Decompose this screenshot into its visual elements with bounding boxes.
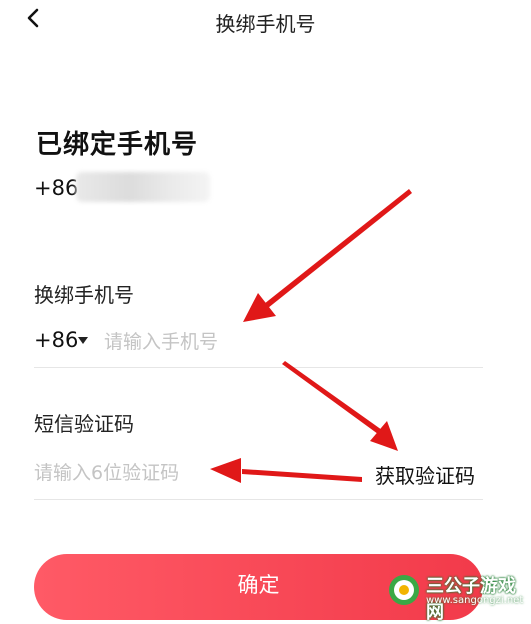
watermark: 三公子游戏网 www.sangongzi.net bbox=[388, 572, 528, 623]
sms-code-input[interactable] bbox=[34, 456, 354, 490]
country-code-selector[interactable]: +86 bbox=[34, 328, 78, 352]
rebind-phone-label: 换绑手机号 bbox=[34, 283, 134, 307]
caret-down-icon[interactable] bbox=[78, 337, 88, 344]
sms-code-label: 短信验证码 bbox=[34, 412, 134, 436]
nav-bar: 换绑手机号 bbox=[0, 0, 531, 40]
bound-phone-title: 已绑定手机号 bbox=[36, 130, 199, 160]
get-code-button[interactable]: 获取验证码 bbox=[375, 460, 475, 489]
divider bbox=[34, 367, 483, 368]
arrow-to-get-code bbox=[282, 361, 382, 434]
watermark-url: www.sangongzi.net bbox=[426, 595, 524, 606]
watermark-logo-icon bbox=[389, 575, 419, 605]
phone-input[interactable] bbox=[104, 325, 474, 359]
arrow-to-phone-input-head bbox=[243, 293, 276, 322]
arrow-to-get-code-head bbox=[370, 421, 398, 451]
masked-phone-blur bbox=[76, 172, 210, 202]
arrow-to-phone-input bbox=[264, 189, 412, 308]
page-title: 换绑手机号 bbox=[215, 12, 316, 36]
divider bbox=[34, 499, 483, 500]
